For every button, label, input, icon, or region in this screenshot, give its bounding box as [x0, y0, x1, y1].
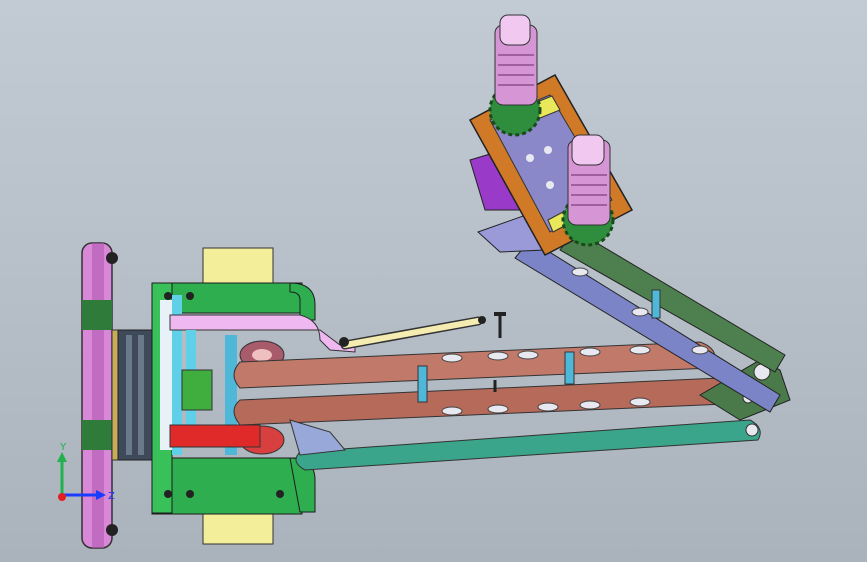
x-axis-marker	[58, 493, 66, 501]
gripper-jaw-lower[interactable]	[567, 134, 611, 226]
upper-arm[interactable]	[233, 341, 733, 426]
z-axis-arrowhead	[96, 490, 106, 500]
gripper-jaw-upper[interactable]	[494, 14, 538, 106]
y-axis-arrowhead	[57, 452, 67, 462]
robot-arm-3d-model[interactable]	[0, 0, 867, 562]
view-orientation-triad[interactable]: Y Z	[40, 430, 130, 510]
loose-screw	[494, 312, 506, 338]
cad-viewport[interactable]: Y Z	[0, 0, 867, 562]
lower-link[interactable]	[289, 419, 761, 471]
z-axis-label: Z	[108, 491, 115, 502]
y-axis-label: Y	[59, 442, 67, 453]
motor-block-top[interactable]	[202, 247, 274, 287]
push-rod[interactable]	[339, 316, 486, 350]
